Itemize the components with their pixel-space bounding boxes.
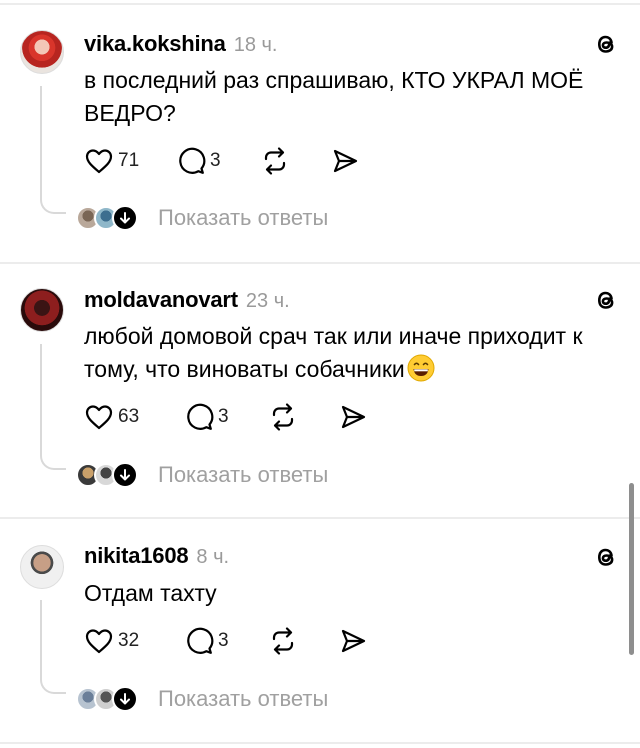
heart-icon bbox=[85, 405, 113, 430]
comment-icon bbox=[187, 403, 214, 430]
top-divider bbox=[0, 3, 640, 5]
show-replies-label: Показать ответы bbox=[158, 462, 329, 487]
comment-count: 3 bbox=[218, 630, 229, 651]
send-icon bbox=[341, 629, 366, 653]
repost-icon bbox=[264, 147, 286, 175]
threads-logo-icon[interactable] bbox=[592, 286, 620, 314]
share-button[interactable] bbox=[338, 626, 368, 656]
comment-button[interactable]: 3 bbox=[184, 626, 229, 656]
like-count: 32 bbox=[118, 630, 140, 651]
comment-count: 3 bbox=[210, 150, 221, 171]
like-count: 63 bbox=[118, 406, 140, 427]
avatar[interactable] bbox=[20, 288, 64, 332]
send-icon bbox=[333, 149, 358, 173]
timestamp: 18 ч. bbox=[233, 34, 278, 56]
timestamp: 23 ч. bbox=[245, 290, 290, 312]
grinning-face-emoji bbox=[407, 354, 435, 382]
share-button[interactable] bbox=[330, 146, 360, 176]
threads-logo-icon[interactable] bbox=[592, 30, 620, 58]
show-replies-link[interactable]: Показать ответы bbox=[76, 460, 328, 490]
comment-button[interactable]: 3 bbox=[184, 402, 229, 432]
post-header: moldavanovart 23 ч. bbox=[84, 287, 290, 315]
threads-logo-icon[interactable] bbox=[592, 543, 620, 571]
repost-button[interactable] bbox=[268, 402, 298, 432]
comment-icon bbox=[179, 147, 206, 174]
bottom-divider bbox=[0, 742, 640, 744]
post-text: любой домовой срач так или иначе приходи… bbox=[84, 323, 583, 382]
show-replies-label: Показать ответы bbox=[158, 686, 329, 711]
show-replies-link[interactable]: Показать ответы bbox=[76, 684, 328, 714]
username[interactable]: nikita1608 bbox=[84, 543, 189, 569]
repost-icon bbox=[272, 403, 294, 431]
username[interactable]: moldavanovart bbox=[84, 287, 238, 313]
arrow-down-icon bbox=[112, 462, 138, 488]
post-header: vika.kokshina 18 ч. bbox=[84, 31, 277, 59]
scrollbar[interactable] bbox=[629, 483, 634, 655]
repost-button[interactable] bbox=[268, 626, 298, 656]
post-text: в последний раз спрашиваю, КТО УКРАЛ МОЁ… bbox=[84, 67, 584, 126]
arrow-down-icon bbox=[112, 686, 138, 712]
share-button[interactable] bbox=[338, 402, 368, 432]
avatar[interactable] bbox=[20, 30, 64, 74]
comment-button[interactable]: 3 bbox=[176, 146, 221, 176]
post-text: Отдам тахту bbox=[84, 580, 217, 606]
repost-button[interactable] bbox=[260, 146, 290, 176]
thread-line-curve bbox=[40, 200, 66, 214]
like-button[interactable]: 71 bbox=[84, 146, 139, 176]
like-button[interactable]: 32 bbox=[84, 626, 139, 656]
heart-icon bbox=[85, 149, 113, 174]
thread-line-curve bbox=[40, 456, 66, 470]
username[interactable]: vika.kokshina bbox=[84, 31, 226, 57]
heart-icon bbox=[85, 629, 113, 654]
thread-line bbox=[40, 86, 42, 200]
send-icon bbox=[341, 405, 366, 429]
comment-count: 3 bbox=[218, 406, 229, 427]
timestamp: 8 ч. bbox=[196, 546, 230, 568]
post-divider bbox=[0, 517, 640, 519]
comment-icon bbox=[187, 627, 214, 654]
show-replies-link[interactable]: Показать ответы bbox=[76, 203, 328, 233]
thread-line bbox=[40, 600, 42, 680]
show-replies-label: Показать ответы bbox=[158, 205, 329, 230]
avatar[interactable] bbox=[20, 545, 64, 589]
like-count: 71 bbox=[118, 150, 140, 171]
arrow-down-icon bbox=[112, 205, 138, 231]
repost-icon bbox=[272, 627, 294, 655]
post-divider bbox=[0, 262, 640, 264]
like-button[interactable]: 63 bbox=[84, 402, 139, 432]
thread-line-curve bbox=[40, 680, 66, 694]
post-text-container: любой домовой срач так или иначе приходи… bbox=[84, 320, 619, 386]
thread-line bbox=[40, 344, 42, 456]
post-header: nikita1608 8 ч. bbox=[84, 543, 229, 571]
